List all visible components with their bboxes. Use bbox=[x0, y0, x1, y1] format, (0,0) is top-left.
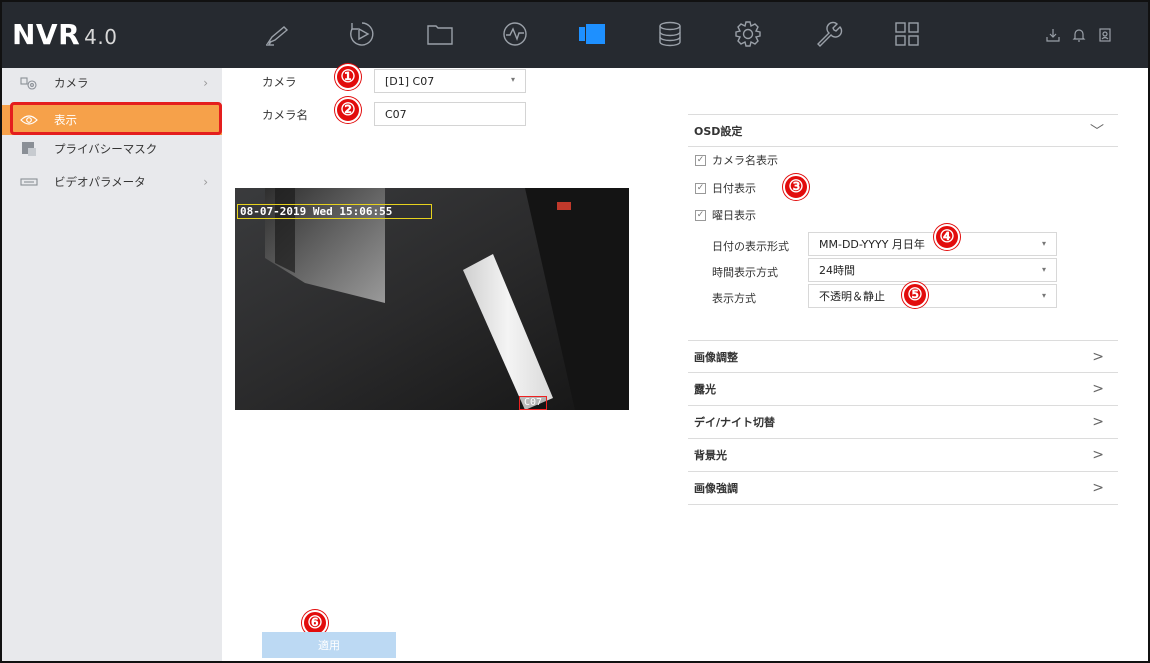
checkbox-icon: ✓ bbox=[695, 209, 706, 221]
section-label: デイ/ナイト切替 bbox=[694, 416, 776, 429]
top-navigation-bar: NVR 4.0 bbox=[2, 2, 1148, 68]
chevron-right-icon: > bbox=[1092, 447, 1104, 463]
camera-select-value: [D1] C07 bbox=[385, 74, 435, 88]
preview-image bbox=[235, 188, 629, 410]
menu-grid-icon[interactable] bbox=[887, 16, 927, 52]
checkbox-icon: ✓ bbox=[695, 182, 706, 194]
camera-icon[interactable] bbox=[572, 16, 612, 52]
camera-label: カメラ bbox=[262, 75, 297, 89]
playback-icon[interactable] bbox=[342, 16, 382, 52]
checkbox-label: 日付表示 bbox=[712, 182, 756, 195]
sidebar-item-label: カメラ bbox=[54, 76, 89, 90]
show-weekday-checkbox[interactable]: ✓ 曜日表示 bbox=[695, 207, 756, 223]
chevron-right-icon: › bbox=[203, 175, 208, 189]
camera-ip-icon bbox=[20, 76, 38, 90]
camera-select[interactable]: [D1] C07 ▾ bbox=[374, 69, 526, 93]
storage-icon[interactable] bbox=[650, 16, 690, 52]
section-label: 画像調整 bbox=[694, 350, 738, 364]
annotation-badge-3: ③ bbox=[783, 174, 809, 200]
osd-camera-name: C07 bbox=[519, 396, 547, 410]
osd-datetime: 08-07-2019 Wed 15:06:55 bbox=[237, 204, 432, 219]
app-window: NVR 4.0 カメラ › 表示 プライバシーマスク ビデオパラメータ › カメ… bbox=[0, 0, 1150, 663]
camera-name-label: カメラ名 bbox=[262, 108, 308, 122]
annotation-badge-4: ④ bbox=[934, 224, 960, 250]
show-camera-name-checkbox[interactable]: ✓ カメラ名表示 bbox=[695, 152, 778, 168]
camera-preview: 08-07-2019 Wed 15:06:55 C07 bbox=[235, 188, 629, 410]
date-format-select[interactable]: MM-DD-YYYY 月日年 ▾ bbox=[808, 232, 1057, 256]
sidebar: カメラ › 表示 プライバシーマスク ビデオパラメータ › bbox=[2, 68, 222, 661]
display-mode-select[interactable]: 不透明＆静止 ▾ bbox=[808, 284, 1057, 308]
chevron-right-icon: > bbox=[1092, 381, 1104, 397]
time-format-label: 時間表示方式 bbox=[712, 266, 778, 279]
chevron-down-icon: ﹀ bbox=[1090, 123, 1104, 140]
logo-text: NVR bbox=[12, 18, 81, 51]
apply-button[interactable]: 適用 bbox=[262, 632, 396, 658]
chevron-down-icon: ▾ bbox=[510, 75, 515, 84]
date-format-label: 日付の表示形式 bbox=[712, 240, 789, 253]
maintenance-icon[interactable] bbox=[808, 16, 848, 52]
checkbox-label: カメラ名表示 bbox=[712, 154, 778, 167]
section-label: 背景光 bbox=[694, 449, 727, 462]
time-format-value: 24時間 bbox=[819, 264, 855, 277]
section-exposure[interactable]: 露光 > bbox=[688, 373, 1118, 406]
chevron-down-icon: ▾ bbox=[1041, 265, 1046, 274]
date-format-value: MM-DD-YYYY 月日年 bbox=[819, 238, 925, 251]
chevron-right-icon: > bbox=[1092, 414, 1104, 430]
section-label: 露光 bbox=[694, 383, 716, 396]
osd-settings-header[interactable]: OSD設定 ﹀ bbox=[688, 114, 1118, 147]
display-mode-value: 不透明＆静止 bbox=[819, 290, 885, 303]
section-image-adjust[interactable]: 画像調整 > bbox=[688, 340, 1118, 373]
chevron-right-icon: > bbox=[1092, 348, 1104, 365]
show-date-checkbox[interactable]: ✓ 日付表示 bbox=[695, 180, 756, 196]
section-label: 画像強調 bbox=[694, 482, 738, 495]
bell-icon[interactable] bbox=[1068, 24, 1090, 46]
sidebar-item-label: プライバシーマスク bbox=[54, 142, 158, 156]
privacy-mask-icon bbox=[20, 142, 38, 156]
chevron-down-icon: ▾ bbox=[1041, 239, 1046, 248]
smart-analysis-icon[interactable] bbox=[495, 16, 535, 52]
download-icon[interactable] bbox=[1042, 24, 1064, 46]
sidebar-item-privacy-mask[interactable]: プライバシーマスク bbox=[2, 134, 222, 164]
sidebar-item-video-parameters[interactable]: ビデオパラメータ › bbox=[2, 167, 222, 197]
time-format-select[interactable]: 24時間 ▾ bbox=[808, 258, 1057, 282]
highlight-frame bbox=[10, 102, 222, 135]
section-day-night[interactable]: デイ/ナイト切替 > bbox=[688, 406, 1118, 439]
live-view-icon[interactable] bbox=[257, 16, 297, 52]
camera-name-input[interactable]: C07 bbox=[374, 102, 526, 126]
account-icon[interactable] bbox=[1094, 24, 1116, 46]
chevron-right-icon: › bbox=[203, 76, 208, 90]
system-icon[interactable] bbox=[728, 16, 768, 52]
checkbox-label: 曜日表示 bbox=[712, 209, 756, 222]
file-management-icon[interactable] bbox=[420, 16, 460, 52]
display-mode-label: 表示方式 bbox=[712, 292, 756, 305]
annotation-badge-5: ⑤ bbox=[902, 282, 928, 308]
section-image-enhance[interactable]: 画像強調 > bbox=[688, 472, 1118, 505]
annotation-badge-2: ② bbox=[335, 97, 361, 123]
logo-version: 4.0 bbox=[84, 25, 118, 49]
app-logo: NVR 4.0 bbox=[12, 18, 117, 51]
camera-name-value: C07 bbox=[385, 107, 407, 121]
osd-settings-title: OSD設定 bbox=[694, 124, 743, 138]
chevron-down-icon: ▾ bbox=[1041, 291, 1046, 300]
chevron-right-icon: > bbox=[1092, 480, 1104, 496]
video-param-icon bbox=[20, 175, 38, 189]
sidebar-item-camera[interactable]: カメラ › bbox=[2, 68, 222, 98]
annotation-badge-1: ① bbox=[335, 64, 361, 90]
checkbox-icon: ✓ bbox=[695, 154, 706, 166]
sidebar-item-label: ビデオパラメータ bbox=[54, 175, 146, 189]
section-backlight[interactable]: 背景光 > bbox=[688, 439, 1118, 472]
